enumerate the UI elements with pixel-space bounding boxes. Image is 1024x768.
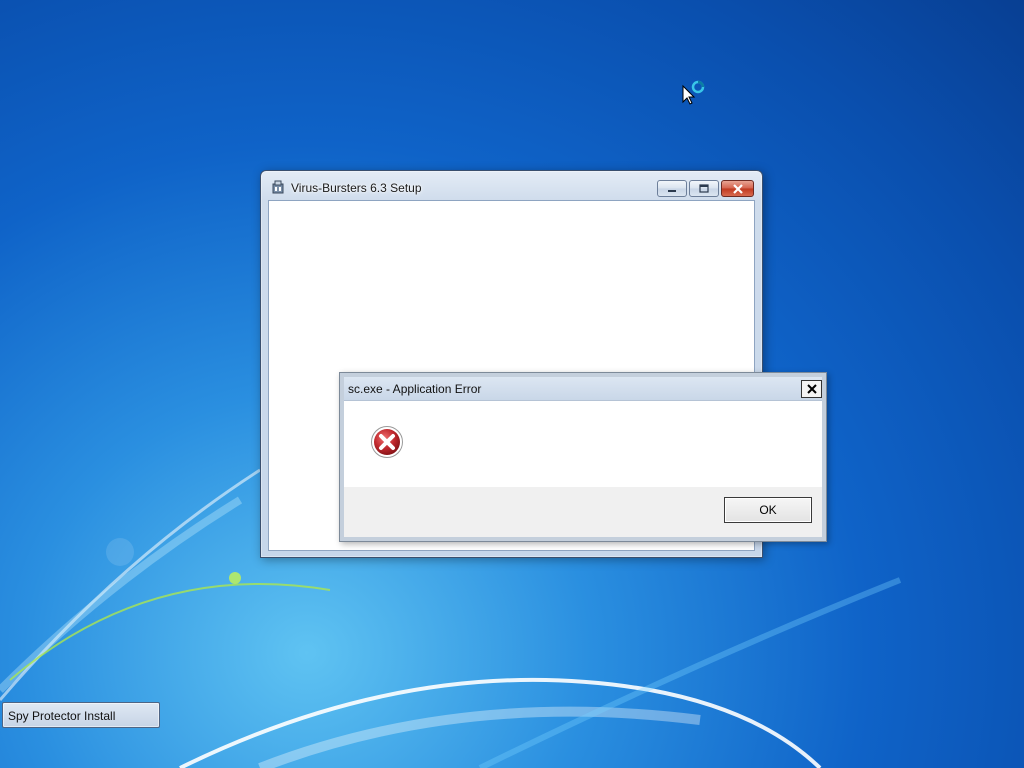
- minimized-window-label: Spy Protector Install: [8, 709, 116, 723]
- window-title: Virus-Bursters 6.3 Setup: [291, 181, 422, 195]
- minimize-button[interactable]: [657, 180, 687, 197]
- error-dialog-title: sc.exe - Application Error: [348, 382, 482, 396]
- close-icon: [806, 384, 817, 394]
- maximize-button[interactable]: [689, 180, 719, 197]
- close-icon: [732, 183, 743, 194]
- installer-icon: [272, 180, 284, 194]
- ok-button[interactable]: OK: [724, 497, 812, 523]
- setup-titlebar[interactable]: Virus-Bursters 6.3 Setup: [261, 171, 762, 201]
- close-button[interactable]: [721, 180, 754, 197]
- busy-cursor-icon: [682, 80, 705, 105]
- minimized-window-spy-protector[interactable]: Spy Protector Install: [2, 702, 160, 728]
- error-dialog-footer: OK: [344, 487, 822, 537]
- error-dialog-titlebar[interactable]: sc.exe - Application Error: [344, 377, 822, 401]
- error-dialog[interactable]: sc.exe - Application Error OK: [339, 372, 827, 542]
- maximize-icon: [699, 184, 709, 193]
- error-close-button[interactable]: [801, 380, 822, 398]
- minimize-icon: [668, 189, 676, 192]
- error-dialog-body: [344, 401, 822, 487]
- error-icon: [371, 426, 403, 458]
